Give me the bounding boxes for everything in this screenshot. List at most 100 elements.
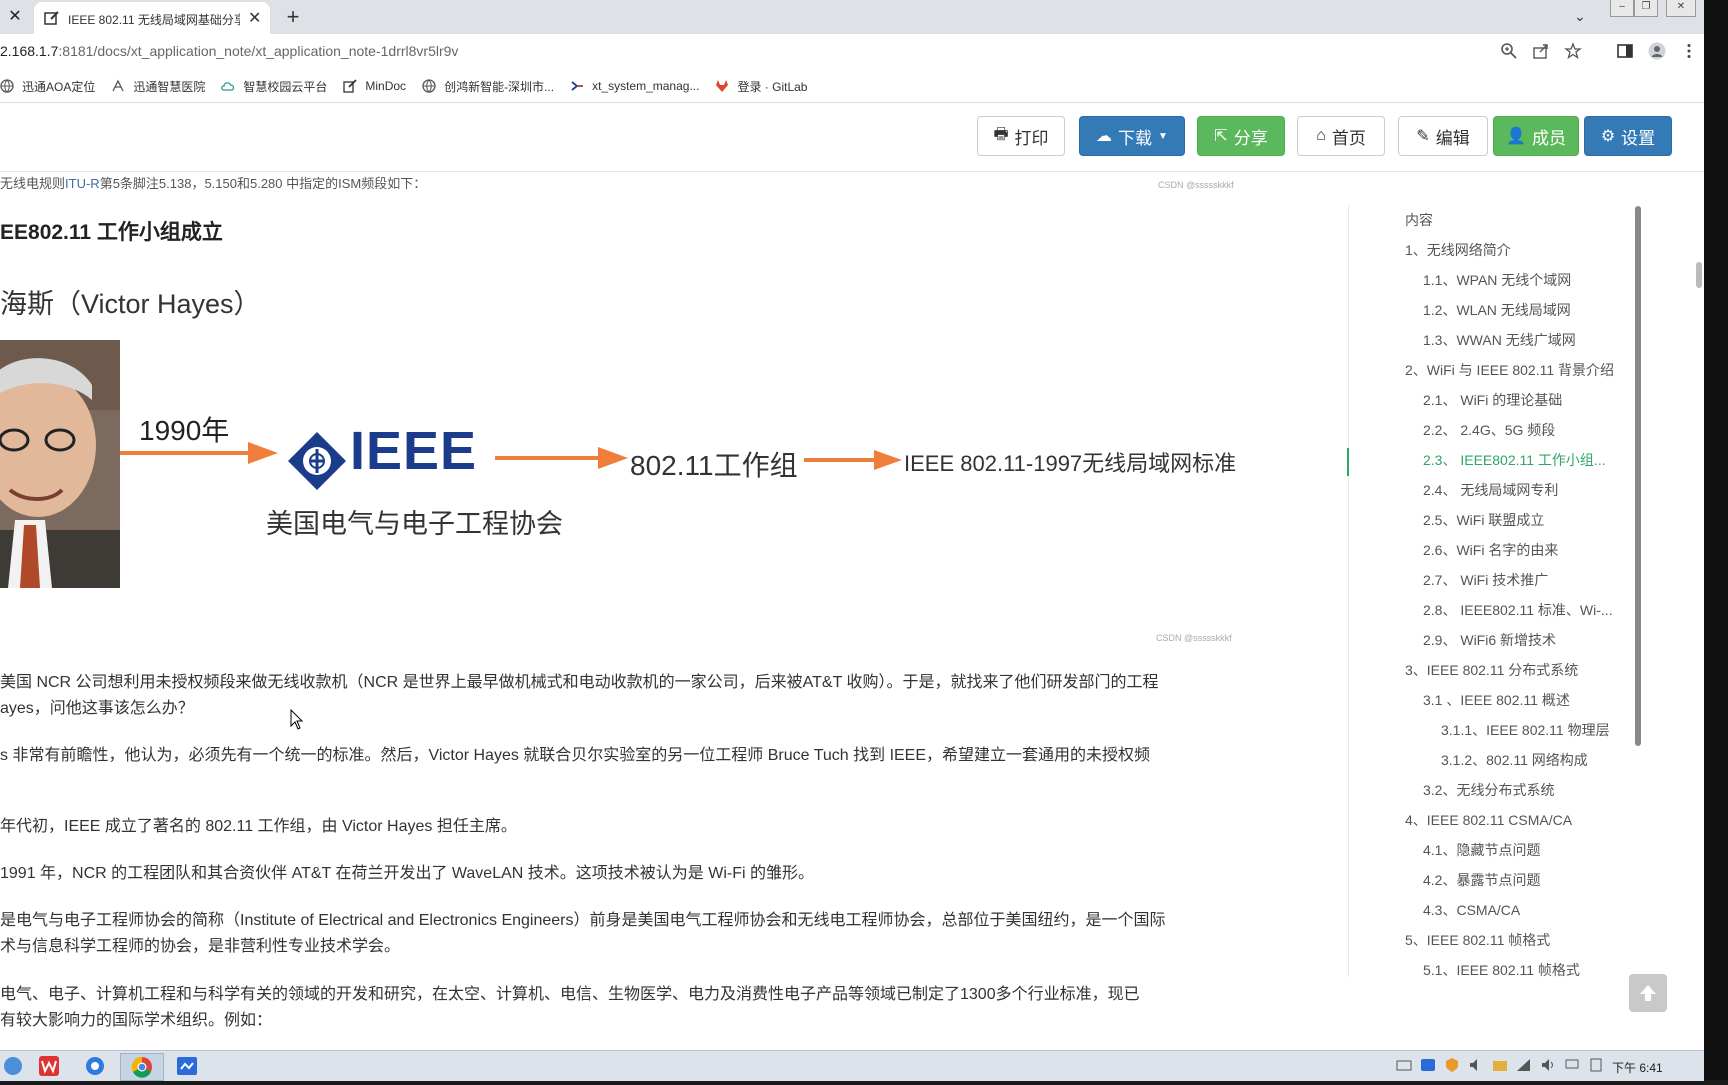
browser-window: ✕ IEEE 802.11 无线局域网基础分享 ✕ + ⌄ – ❐ ✕ 2.16… (0, 0, 1704, 1050)
caret-down-icon: ▼ (1158, 130, 1168, 142)
user-icon: 👤 (1506, 128, 1526, 145)
members-button[interactable]: 👤 成员 (1493, 116, 1579, 156)
bookmark-item[interactable]: 迅通AOA定位 (0, 78, 95, 95)
toc-item[interactable]: 3.1.1、IEEE 802.11 物理层 (1441, 720, 1610, 740)
tab-search-chevron-icon[interactable]: ⌄ (1574, 8, 1586, 25)
toc-item[interactable]: 3.1 、IEEE 802.11 概述 (1423, 690, 1570, 710)
toc-item[interactable]: 4.1、隐藏节点问题 (1423, 840, 1540, 860)
standard-label: IEEE 802.11-1997无线局域网标准 (904, 451, 1237, 476)
shield-icon[interactable] (1444, 1057, 1460, 1073)
toc-item[interactable]: 2.5、WiFi 联盟成立 (1423, 510, 1544, 530)
taskbar-active-app[interactable] (120, 1053, 164, 1081)
arrow-icon (120, 442, 278, 464)
toc-item[interactable]: 1.2、WLAN 无线局域网 (1423, 300, 1571, 320)
toc-item[interactable]: 2、WiFi 与 IEEE 802.11 背景介绍 (1405, 360, 1614, 380)
keyboard-icon[interactable] (1396, 1057, 1412, 1073)
bookmark-item[interactable]: 迅通智慧医院 (111, 78, 205, 95)
body-paragraph-line: s 非常有前瞻性，他认为，必须先有一个统一的标准。然后，Victor Hayes… (0, 747, 1151, 764)
toc-item[interactable]: 2.1、 WiFi 的理论基础 (1423, 390, 1562, 410)
zoom-icon[interactable] (1500, 42, 1518, 60)
bookmark-star-icon[interactable] (1564, 42, 1582, 60)
edit-button[interactable]: ✎ 编辑 (1398, 116, 1488, 156)
toc-item[interactable]: 5.1、IEEE 802.11 帧格式 (1423, 960, 1580, 980)
print-button[interactable]: 🖶 打印 (977, 116, 1065, 156)
taskbar-clock[interactable]: 下午 6:41 (1612, 1059, 1663, 1076)
toc-item[interactable]: 5、IEEE 802.11 帧格式 (1405, 930, 1550, 950)
notification-icon[interactable] (1588, 1057, 1604, 1073)
document-content: 无线电规则ITU-R第5条脚注5.138，5.150和5.280 中指定的ISM… (0, 172, 1348, 1050)
itu-link[interactable]: ITU-R (65, 176, 100, 191)
toc-item[interactable]: 2.7、 WiFi 技术推广 (1423, 570, 1548, 590)
top-paragraph: 无线电规则ITU-R第5条脚注5.138，5.150和5.280 中指定的ISM… (0, 173, 426, 192)
screen-recorder-icon[interactable] (176, 1055, 198, 1077)
toc-item[interactable]: 2.2、 2.4G、5G 频段 (1423, 420, 1555, 440)
toc-item[interactable]: 2.9、 WiFi6 新增技术 (1423, 630, 1556, 650)
active-tab[interactable]: IEEE 802.11 无线局域网基础分享 ✕ (34, 2, 270, 34)
bookmark-item[interactable]: 创鸿新智能-深圳市... (422, 78, 554, 95)
globe-icon (0, 79, 14, 93)
toc-item[interactable]: 2.8、 IEEE802.11 标准、Wi-... (1423, 600, 1613, 620)
browser-app-icon[interactable] (84, 1055, 106, 1077)
display-icon[interactable] (1564, 1057, 1580, 1073)
toc-item[interactable]: 4.3、CSMA/CA (1423, 900, 1520, 920)
network-icon[interactable] (1516, 1057, 1532, 1073)
settings-button[interactable]: ⚙ 设置 (1584, 116, 1672, 156)
app-tray-icon[interactable] (1420, 1057, 1436, 1073)
bookmarks-bar: 迅通AOA定位 迅通智慧医院 智慧校园云平台 MinDoc 创鸿新智能-深圳市.… (0, 70, 1704, 103)
share-button[interactable]: ⇱ 分享 (1197, 116, 1285, 156)
toc-item[interactable]: 3、IEEE 802.11 分布式系统 (1405, 660, 1578, 680)
toc-item-active[interactable]: 2.3、 IEEE802.11 工作小组... (1423, 450, 1606, 470)
address-bar[interactable]: 2.168.1.7:8181/docs/xt_application_note/… (0, 34, 1704, 70)
browser-menu-icon[interactable] (1680, 42, 1698, 60)
sound-icon[interactable] (1468, 1057, 1484, 1073)
close-tab-icon[interactable]: ✕ (248, 8, 261, 28)
bookmark-item[interactable]: 登录 · GitLab (715, 78, 807, 95)
toc-item[interactable]: 3.1.2、802.11 网络构成 (1441, 750, 1588, 770)
volume-icon[interactable] (1540, 1057, 1556, 1073)
minimize-window-icon[interactable]: – (1610, 0, 1634, 17)
toc-item[interactable]: 4.2、暴露节点问题 (1423, 870, 1540, 890)
bookmark-label: 迅通AOA定位 (22, 79, 96, 94)
workgroup-label: 802.11工作组 (630, 450, 798, 481)
arrow-icon (804, 450, 902, 470)
toc-heading: 内容 (1405, 212, 1433, 228)
wps-icon[interactable] (38, 1055, 60, 1077)
profile-avatar-icon[interactable] (1648, 42, 1666, 60)
home-button[interactable]: ⌂ 首页 (1297, 116, 1385, 156)
side-panel-icon[interactable] (1616, 42, 1634, 60)
globe-icon (422, 79, 436, 93)
toc-item[interactable]: 1.3、WWAN 无线广域网 (1423, 330, 1576, 350)
toc-item[interactable]: 2.4、 无线局域网专利 (1423, 480, 1558, 500)
bookmark-item[interactable]: MinDoc (343, 79, 406, 93)
bookmark-label: 创鸿新智能-深圳市... (444, 79, 555, 94)
toc-item[interactable]: 3.2、无线分布式系统 (1423, 780, 1554, 800)
bookmark-item[interactable]: 智慧校园云平台 (221, 78, 327, 95)
url-text[interactable]: 2.168.1.7:8181/docs/xt_application_note/… (0, 43, 458, 59)
toc-item[interactable]: 1、无线网络简介 (1405, 240, 1511, 260)
home-icon: ⌂ (1316, 127, 1326, 144)
folder-icon[interactable] (1492, 1057, 1508, 1073)
bookmark-item[interactable]: xt_system_manag... (570, 79, 699, 93)
new-tab-button[interactable]: + (282, 4, 304, 30)
edit-favicon-icon (44, 11, 59, 25)
toc-item[interactable]: 4、IEEE 802.11 CSMA/CA (1405, 810, 1572, 830)
close-previous-tab-icon[interactable]: ✕ (6, 8, 24, 26)
toc-item[interactable]: 2.6、WiFi 名字的由来 (1423, 540, 1558, 560)
body-paragraph-line: 1991 年，NCR 的工程团队和其合资伙伴 AT&T 在荷兰开发出了 Wave… (0, 865, 814, 882)
restore-window-icon[interactable]: ❐ (1634, 0, 1658, 17)
bookmark-label: xt_system_manag... (592, 79, 700, 93)
bookmark-label: 迅通智慧医院 (133, 79, 206, 94)
windows-start-icon[interactable] (2, 1055, 24, 1077)
toc-scrollbar[interactable] (1635, 206, 1641, 746)
cloud-icon (221, 82, 235, 91)
close-window-icon[interactable]: ✕ (1666, 0, 1696, 17)
back-to-top-button[interactable] (1629, 974, 1667, 1012)
doc-toolbar: 🖶 打印 ☁ 下载 ▼ ⇱ 分享 ⌂ 首页 ✎ 编辑 👤 成员 ⚙ 设置 (0, 103, 1704, 172)
home-label: 首页 (1331, 128, 1366, 148)
toc-item[interactable]: 1.1、WPAN 无线个域网 (1423, 270, 1571, 290)
share-page-icon[interactable] (1532, 42, 1550, 60)
download-button[interactable]: ☁ 下载 ▼ (1079, 116, 1185, 156)
print-label: 打印 (1014, 128, 1049, 148)
bookmark-label: 登录 · GitLab (737, 79, 808, 94)
page-scrollbar[interactable] (1696, 262, 1702, 288)
